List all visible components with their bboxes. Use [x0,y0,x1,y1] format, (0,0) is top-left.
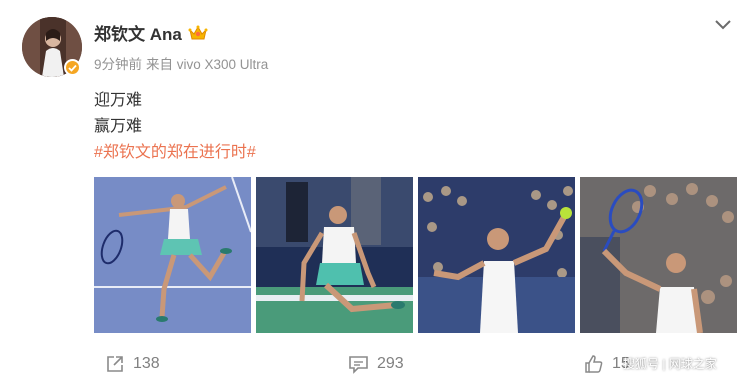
repost-icon [105,354,125,374]
thumbs-up-icon [584,354,604,374]
repost-count: 138 [133,355,160,372]
comment-icon [348,354,369,374]
hashtag-link[interactable]: #郑钦文的郑在进行时# [94,140,256,166]
post-meta: 9分钟前 来自 vivo X300 Ultra [94,53,268,73]
post-line-2: 赢万难 [94,118,143,135]
photo-2[interactable] [256,177,413,333]
repost-button[interactable]: 138 [105,354,160,374]
photo-grid [94,177,737,333]
chevron-down-icon[interactable] [714,18,732,32]
photo-1[interactable] [94,177,251,333]
post-time[interactable]: 9分钟前 [94,53,142,73]
watermark: 搜狐号 | 网球之家 [623,357,717,371]
post-source: 来自 vivo X300 Ultra [146,57,269,72]
post-content: 迎万难 赢万难 #郑钦文的郑在进行时# [94,88,256,166]
comment-count: 293 [377,355,404,372]
post-line-1: 迎万难 [94,92,143,109]
verified-badge-icon [64,59,81,76]
photo-3[interactable] [418,177,575,333]
username[interactable]: 郑钦文 Ana [94,20,182,45]
comment-button[interactable]: 293 [348,354,404,374]
post-author[interactable]: 郑钦文 Ana [94,20,208,45]
photo-4[interactable] [580,177,737,333]
crown-member-icon[interactable] [188,24,208,42]
